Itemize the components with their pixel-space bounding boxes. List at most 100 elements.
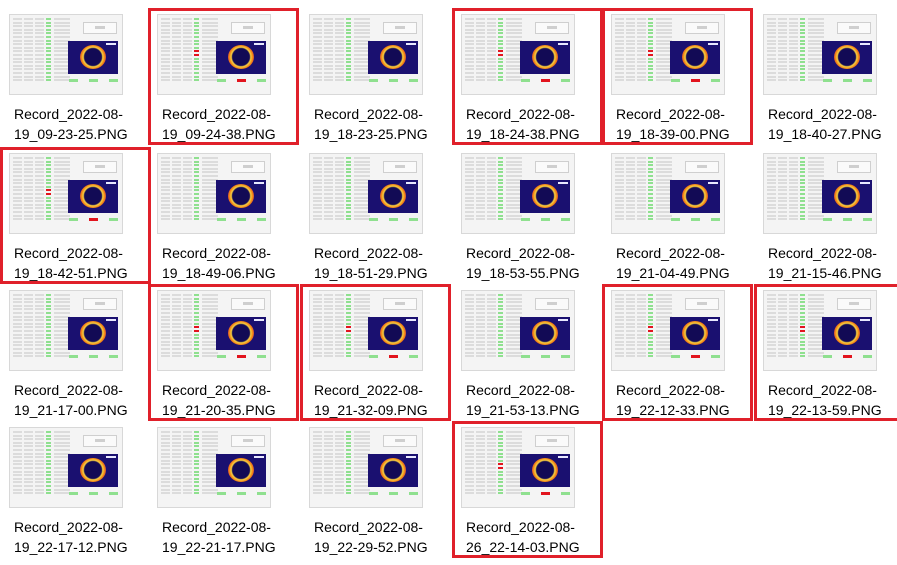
file-name-line2: 19_18-51-29.PNG [314,265,428,281]
file-item[interactable]: Record_2022-08- 19_18-39-00.PNG [602,8,753,145]
thumbnail-column [313,18,322,86]
file-name-line1: Record_2022-08- [466,106,575,122]
file-item[interactable]: Record_2022-08- 19_18-53-55.PNG [452,147,603,284]
status-chip [409,492,418,495]
file-thumbnail [309,14,423,95]
temperature-readout [406,319,416,321]
file-item[interactable]: Record_2022-08- 19_21-15-46.PNG [754,147,897,284]
thumbnail-column [476,157,485,225]
thermal-ring [228,321,254,345]
file-name: Record_2022-08- 19_22-29-52.PNG [300,517,451,557]
file-item[interactable]: Record_2022-08- 19_18-23-25.PNG [300,8,451,145]
file-item[interactable]: Record_2022-08- 19_09-23-25.PNG [0,8,151,145]
status-chip [237,492,246,495]
status-chip [823,355,832,358]
file-item[interactable]: Record_2022-08- 26_22-14-03.PNG [452,421,603,558]
file-name-line1: Record_2022-08- [314,106,423,122]
thumbnail-panel [231,161,265,173]
thumbnail-column [487,294,496,362]
thumbnail-column [313,294,322,362]
thermal-image [520,41,570,74]
status-chip [561,79,570,82]
status-chip [217,218,226,221]
file-name-line2: 19_18-40-27.PNG [768,126,882,142]
status-chip [409,79,418,82]
file-item[interactable]: Record_2022-08- 19_22-17-12.PNG [0,421,151,558]
status-chip [69,218,78,221]
file-item[interactable]: Record_2022-08- 19_18-42-51.PNG [0,147,151,284]
thumbnail-column [615,157,624,225]
file-item[interactable]: Record_2022-08- 19_21-17-00.PNG [0,284,151,421]
file-item[interactable]: Record_2022-08- 19_18-51-29.PNG [300,147,451,284]
file-name: Record_2022-08- 19_18-24-38.PNG [455,104,606,144]
thumbnail-panel [685,161,719,173]
file-item[interactable]: Record_2022-08- 19_21-04-49.PNG [602,147,753,284]
file-item[interactable]: Record_2022-08- 19_21-32-09.PNG [300,284,451,421]
thermal-image [68,454,118,487]
status-chip [109,79,118,82]
thermal-image [68,317,118,350]
temperature-readout [106,456,116,458]
file-thumbnail [611,14,725,95]
file-name-line1: Record_2022-08- [14,382,123,398]
thumbnail-column [194,431,199,499]
thumbnail-column [24,431,33,499]
thermal-ring [834,321,860,345]
thumbnail-column [313,157,322,225]
file-name-line1: Record_2022-08- [14,519,123,535]
file-item[interactable]: Record_2022-08- 19_21-53-13.PNG [452,284,603,421]
thumbnail-column [313,431,322,499]
thermal-ring [80,321,106,345]
thumbnail-column [465,294,474,362]
file-name: Record_2022-08- 19_22-13-59.PNG [757,380,897,420]
thumbnail-panel [231,298,265,310]
status-chips [69,492,119,496]
status-chip [521,79,530,82]
file-thumbnail [461,427,575,508]
thumbnail-column [346,431,351,499]
thermal-image [216,41,266,74]
file-item[interactable]: Record_2022-08- 19_22-12-33.PNG [602,284,753,421]
thumbnail-panel [383,161,417,173]
status-chip [389,355,398,358]
file-item[interactable]: Record_2022-08- 19_21-20-35.PNG [148,284,299,421]
status-chip [89,492,98,495]
thermal-ring [834,45,860,69]
file-item[interactable]: Record_2022-08- 19_18-49-06.PNG [148,147,299,284]
file-item[interactable]: Record_2022-08- 19_09-24-38.PNG [148,8,299,145]
file-name-line1: Record_2022-08- [616,106,725,122]
file-item[interactable]: Record_2022-08- 19_18-40-27.PNG [754,8,897,145]
file-item[interactable]: Record_2022-08- 19_22-29-52.PNG [300,421,451,558]
thumbnail-column [778,157,787,225]
thumbnail-column [637,294,646,362]
status-chip [389,218,398,221]
file-name-line1: Record_2022-08- [314,382,423,398]
file-name-line2: 19_22-12-33.PNG [616,402,730,418]
file-name-line1: Record_2022-08- [162,519,271,535]
file-item[interactable]: Record_2022-08- 19_22-13-59.PNG [754,284,897,421]
thumbnail-column [487,431,496,499]
status-chip [89,355,98,358]
status-chips [823,355,873,359]
thumbnail-panel [837,298,871,310]
status-chip [109,355,118,358]
thumbnail-column [626,18,635,86]
thermal-image [822,180,872,213]
thermal-image [670,41,720,74]
file-thumbnail [9,14,123,95]
thumbnail-column [476,431,485,499]
thumbnail-panel [535,298,569,310]
file-item[interactable]: Record_2022-08- 19_18-24-38.PNG [452,8,603,145]
thumbnail-panel [83,435,117,447]
file-name: Record_2022-08- 19_18-39-00.PNG [605,104,756,144]
thumbnail-column [172,157,181,225]
file-thumbnail [309,427,423,508]
file-item[interactable]: Record_2022-08- 19_22-21-17.PNG [148,421,299,558]
file-name-line2: 19_22-21-17.PNG [162,539,276,555]
status-chip [69,79,78,82]
file-name-line1: Record_2022-08- [14,106,123,122]
status-chip [109,492,118,495]
status-chips [217,492,267,496]
status-chip [237,218,246,221]
file-thumbnail [763,14,877,95]
